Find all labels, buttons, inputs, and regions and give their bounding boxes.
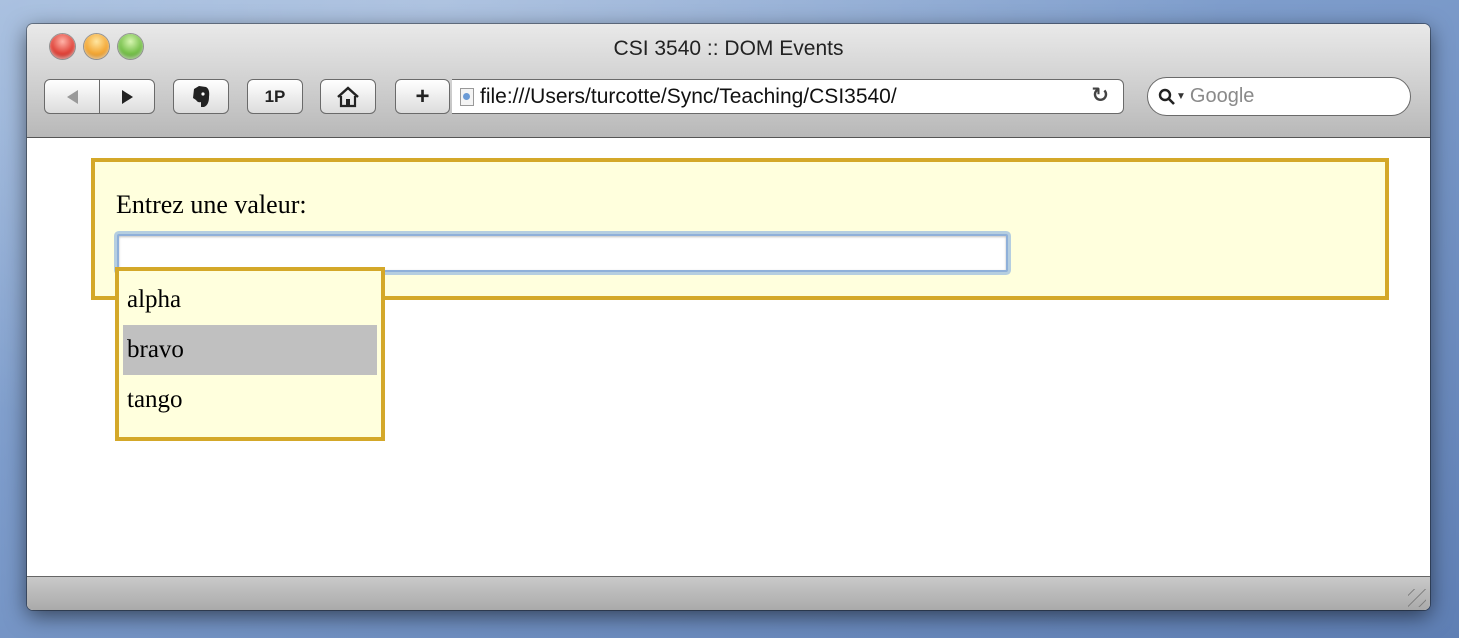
forward-arrow-icon bbox=[121, 89, 133, 104]
evernote-elephant-icon bbox=[193, 85, 210, 107]
search-icon bbox=[1158, 88, 1175, 105]
page-content: Entrez une valeur: alpha bravo tango bbox=[27, 138, 1430, 576]
back-arrow-icon bbox=[66, 89, 78, 104]
search-placeholder: Google bbox=[1189, 85, 1255, 107]
home-button[interactable] bbox=[320, 79, 376, 114]
suggestion-item-alpha[interactable]: alpha bbox=[123, 275, 377, 325]
add-bookmark-button[interactable]: + bbox=[395, 79, 450, 114]
home-icon bbox=[337, 85, 359, 107]
onepassword-button[interactable]: 1P bbox=[247, 79, 303, 114]
back-button[interactable] bbox=[45, 80, 99, 113]
chevron-down-icon: ▼ bbox=[1176, 91, 1186, 102]
address-bar[interactable]: file:///Users/turcotte/Sync/Teaching/CSI… bbox=[452, 79, 1124, 114]
browser-toolbar: CSI 3540 :: DOM Events 1P + file:///User… bbox=[27, 24, 1430, 138]
url-text: file:///Users/turcotte/Sync/Teaching/CSI… bbox=[480, 84, 897, 108]
window-title: CSI 3540 :: DOM Events bbox=[613, 37, 844, 60]
status-bar bbox=[27, 576, 1430, 610]
prompt-label: Entrez une valeur: bbox=[116, 190, 307, 219]
suggestion-item-tango[interactable]: tango bbox=[123, 375, 377, 425]
suggestion-list: alpha bravo tango bbox=[115, 267, 385, 441]
reload-icon[interactable]: ↻ bbox=[1091, 83, 1109, 108]
back-forward-buttons bbox=[44, 79, 155, 114]
suggestion-item-bravo[interactable]: bravo bbox=[123, 325, 377, 375]
evernote-button[interactable] bbox=[173, 79, 229, 114]
search-field[interactable]: ▼ Google bbox=[1147, 77, 1411, 116]
browser-window: CSI 3540 :: DOM Events 1P + file:///User… bbox=[27, 24, 1430, 610]
page-icon bbox=[460, 87, 474, 106]
forward-button[interactable] bbox=[100, 80, 154, 113]
resize-grip-icon[interactable] bbox=[1408, 589, 1426, 607]
